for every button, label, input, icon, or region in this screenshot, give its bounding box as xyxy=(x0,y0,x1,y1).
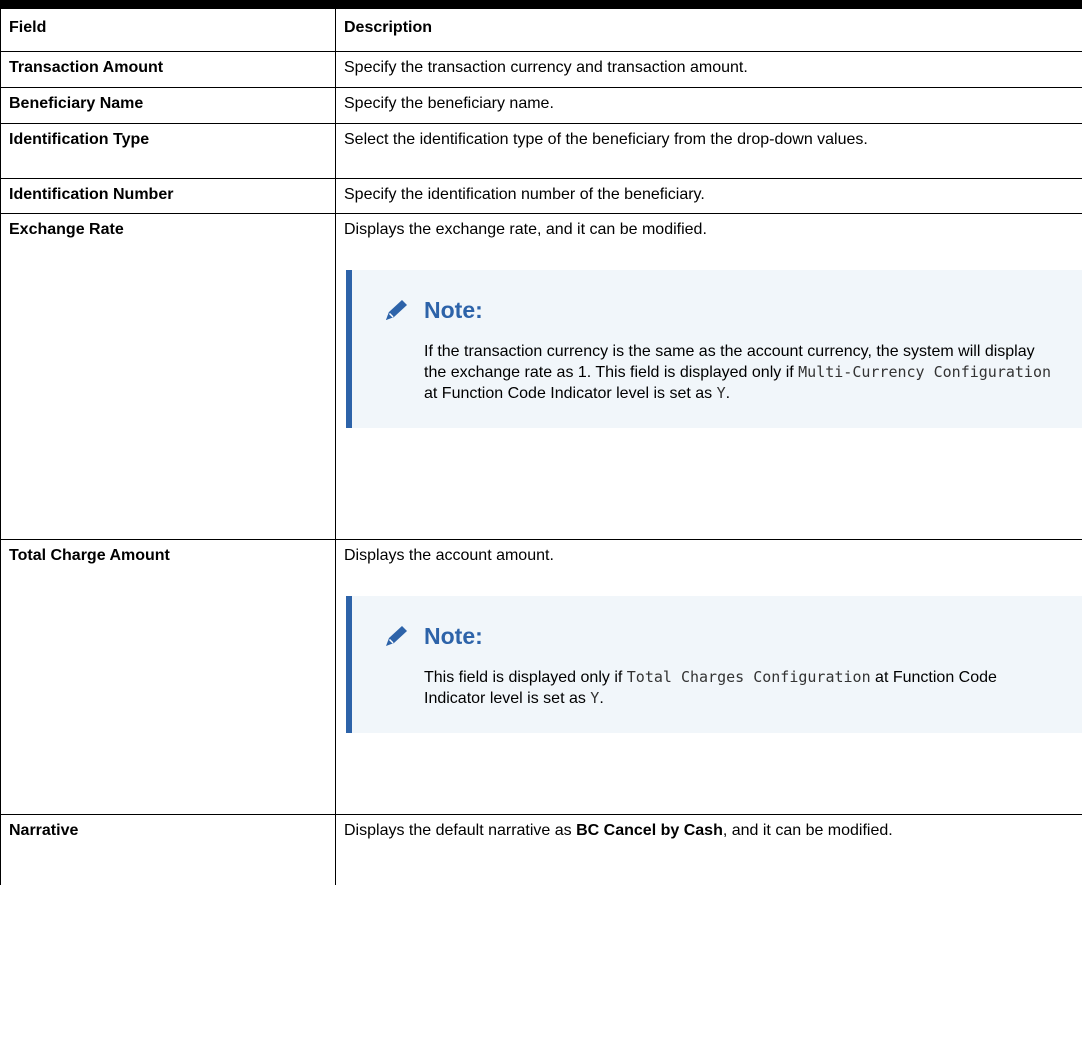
note-text-part: . xyxy=(599,690,604,707)
note-text: This field is displayed only if Total Ch… xyxy=(382,667,1061,709)
field-description-table: Field Description Transaction Amount Spe… xyxy=(0,8,1082,885)
table-row: Beneficiary Name Specify the beneficiary… xyxy=(0,87,1082,124)
field-name: Identification Number xyxy=(0,178,336,214)
note-text-part: This field is displayed only if xyxy=(424,669,627,686)
note-box: Note: This field is displayed only if To… xyxy=(346,596,1082,733)
field-description: Displays the default narrative as BC Can… xyxy=(335,814,1082,885)
table-row: Identification Number Specify the identi… xyxy=(0,178,1082,214)
note-text-part: . xyxy=(725,385,731,402)
table-row: Transaction Amount Specify the transacti… xyxy=(0,51,1082,88)
field-description: Displays the exchange rate, and it can b… xyxy=(344,221,707,238)
field-description: Select the identification type of the be… xyxy=(335,123,1082,179)
header-field: Field xyxy=(0,8,336,52)
field-name: Transaction Amount xyxy=(0,51,336,88)
header-description: Description xyxy=(335,8,1082,52)
field-description-cell: Displays the account amount. Note: This … xyxy=(335,539,1082,815)
note-code: Y xyxy=(590,689,600,707)
field-name: Exchange Rate xyxy=(0,213,336,540)
description-text-part: Displays the default narrative as xyxy=(344,822,577,839)
field-description-table-container: Field Description Transaction Amount Spe… xyxy=(0,0,1082,1040)
note-text-part: at Function Code Indicator level is set … xyxy=(424,385,717,402)
note-box: Note: If the transaction currency is the… xyxy=(346,270,1082,428)
field-description: Specify the identification number of the… xyxy=(335,178,1082,214)
field-description: Displays the account amount. xyxy=(344,547,554,564)
note-code: Multi-Currency Configuration xyxy=(798,363,1052,381)
description-text-part: , and it can be modified. xyxy=(722,822,893,839)
pencil-icon xyxy=(382,624,412,648)
note-header: Note: xyxy=(382,298,1061,322)
note-text: If the transaction currency is the same … xyxy=(382,341,1061,404)
note-header: Note: xyxy=(382,624,1061,648)
table-row: Exchange Rate Displays the exchange rate… xyxy=(0,213,1082,540)
field-name: Total Charge Amount xyxy=(0,539,336,815)
note-code: Y xyxy=(716,384,726,402)
table-row: Total Charge Amount Displays the account… xyxy=(0,539,1082,815)
table-row: Narrative Displays the default narrative… xyxy=(0,814,1082,885)
note-code: Total Charges Configuration xyxy=(626,668,871,686)
table-row: Identification Type Select the identific… xyxy=(0,123,1082,179)
note-title: Note: xyxy=(424,623,483,649)
note-title: Note: xyxy=(424,297,483,323)
field-name: Beneficiary Name xyxy=(0,87,336,124)
field-description: Specify the beneficiary name. xyxy=(335,87,1082,124)
table-header-row: Field Description xyxy=(0,8,1082,52)
pencil-icon xyxy=(382,298,412,322)
field-description: Specify the transaction currency and tra… xyxy=(335,51,1082,88)
field-name: Identification Type xyxy=(0,123,336,179)
field-name: Narrative xyxy=(0,814,336,885)
field-description-cell: Displays the exchange rate, and it can b… xyxy=(335,213,1082,540)
description-bold-text: BC Cancel by Cash xyxy=(576,822,723,839)
